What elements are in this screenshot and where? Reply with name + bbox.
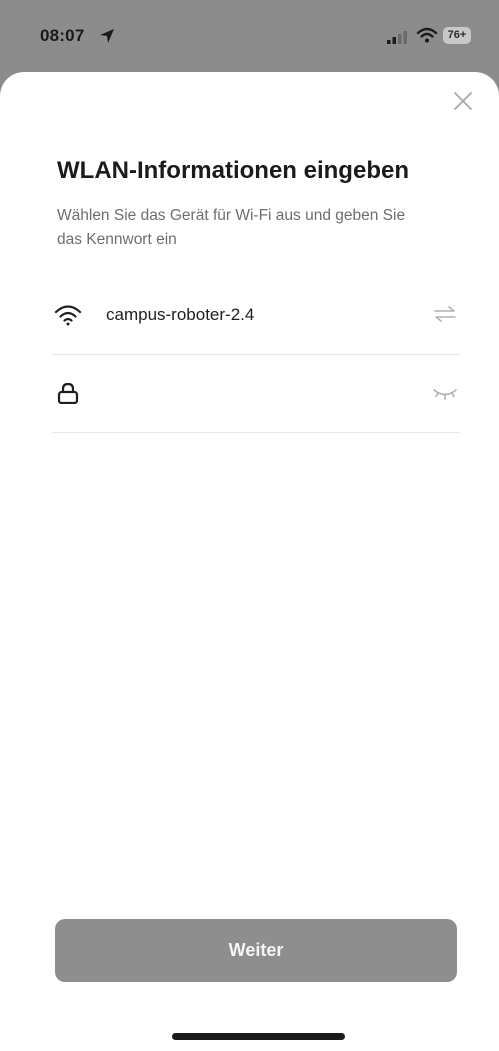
location-arrow-icon bbox=[100, 29, 114, 43]
swap-arrows-icon[interactable] bbox=[432, 304, 458, 324]
lock-icon bbox=[57, 382, 79, 404]
status-time: 08:07 bbox=[40, 26, 85, 45]
eye-closed-icon[interactable] bbox=[432, 382, 458, 402]
network-name: campus-roboter-2.4 bbox=[106, 305, 255, 324]
wifi-icon bbox=[54, 305, 82, 326]
close-icon[interactable] bbox=[452, 90, 474, 112]
next-button[interactable]: Weiter bbox=[55, 919, 457, 982]
page-subtitle: Wählen Sie das Gerät für Wi-Fi aus und g… bbox=[57, 207, 406, 248]
password-field[interactable] bbox=[52, 354, 460, 433]
home-indicator bbox=[172, 1033, 345, 1040]
password-input[interactable] bbox=[104, 376, 408, 412]
wifi-icon bbox=[416, 27, 438, 43]
network-field[interactable]: campus-roboter-2.4 bbox=[52, 276, 460, 355]
status-bar: 08:07 76+ bbox=[0, 0, 499, 72]
page-title: WLAN-Informationen eingeben bbox=[57, 157, 409, 184]
cellular-signal-icon bbox=[387, 31, 407, 44]
battery-indicator: 76+ bbox=[443, 27, 471, 44]
